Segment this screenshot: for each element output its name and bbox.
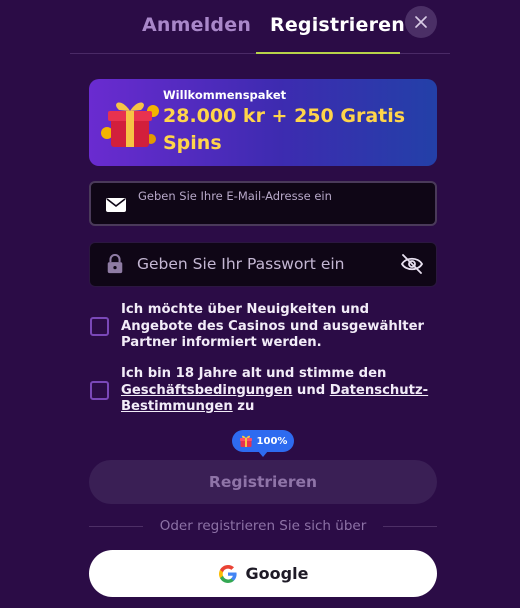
- envelope-icon: [106, 198, 126, 212]
- gift-icon: [101, 102, 159, 147]
- terms-consent-label: Ich bin 18 Jahre alt und stimme den Gesc…: [121, 366, 441, 416]
- terms-text-after: zu: [232, 399, 255, 414]
- terms-text-before: Ich bin 18 Jahre alt und stimme den: [121, 366, 387, 381]
- register-button[interactable]: Registrieren: [89, 460, 437, 504]
- eye-off-icon[interactable]: [400, 253, 424, 275]
- bonus-badge-label: 100%: [256, 435, 288, 447]
- divider-line-right: [383, 526, 437, 527]
- welcome-banner: Willkommenspaket 28.000 kr + 250 Gratis …: [89, 79, 437, 166]
- terms-text-middle: und: [292, 382, 330, 398]
- newsletter-consent-label: Ich möchte über Neuigkeiten und Angebote…: [121, 302, 425, 350]
- google-button-label: Google: [245, 564, 309, 583]
- gift-icon: [239, 435, 252, 447]
- tab-register[interactable]: Registrieren: [270, 14, 405, 36]
- active-tab-indicator: [256, 52, 400, 54]
- auth-tabs: Anmelden Registrieren: [70, 0, 450, 54]
- terms-link[interactable]: Geschäftsbedingungen: [121, 383, 292, 398]
- bonus-badge: 100%: [232, 430, 294, 457]
- register-modal: Anmelden Registrieren Willkommenspaket 2…: [0, 0, 520, 608]
- password-placeholder: Geben Sie Ihr Passwort ein: [137, 255, 345, 273]
- email-placeholder: Geben Sie Ihre E-Mail-Adresse ein: [138, 189, 332, 203]
- social-divider: Oder registrieren Sie sich über: [89, 518, 437, 536]
- close-icon: [415, 16, 427, 28]
- banner-title: 28.000 kr + 250 Gratis Spins: [163, 105, 406, 154]
- banner-subtitle: Willkommenspaket: [163, 88, 287, 102]
- email-field[interactable]: Geben Sie Ihre E-Mail-Adresse ein: [89, 181, 437, 226]
- newsletter-checkbox[interactable]: [90, 317, 109, 336]
- tab-login[interactable]: Anmelden: [142, 14, 251, 36]
- google-signup-button[interactable]: Google: [89, 550, 437, 597]
- password-field[interactable]: Geben Sie Ihr Passwort ein: [89, 242, 437, 287]
- terms-checkbox[interactable]: [90, 381, 109, 400]
- close-button[interactable]: [405, 6, 437, 38]
- lock-icon: [107, 254, 123, 274]
- google-icon: [218, 564, 237, 583]
